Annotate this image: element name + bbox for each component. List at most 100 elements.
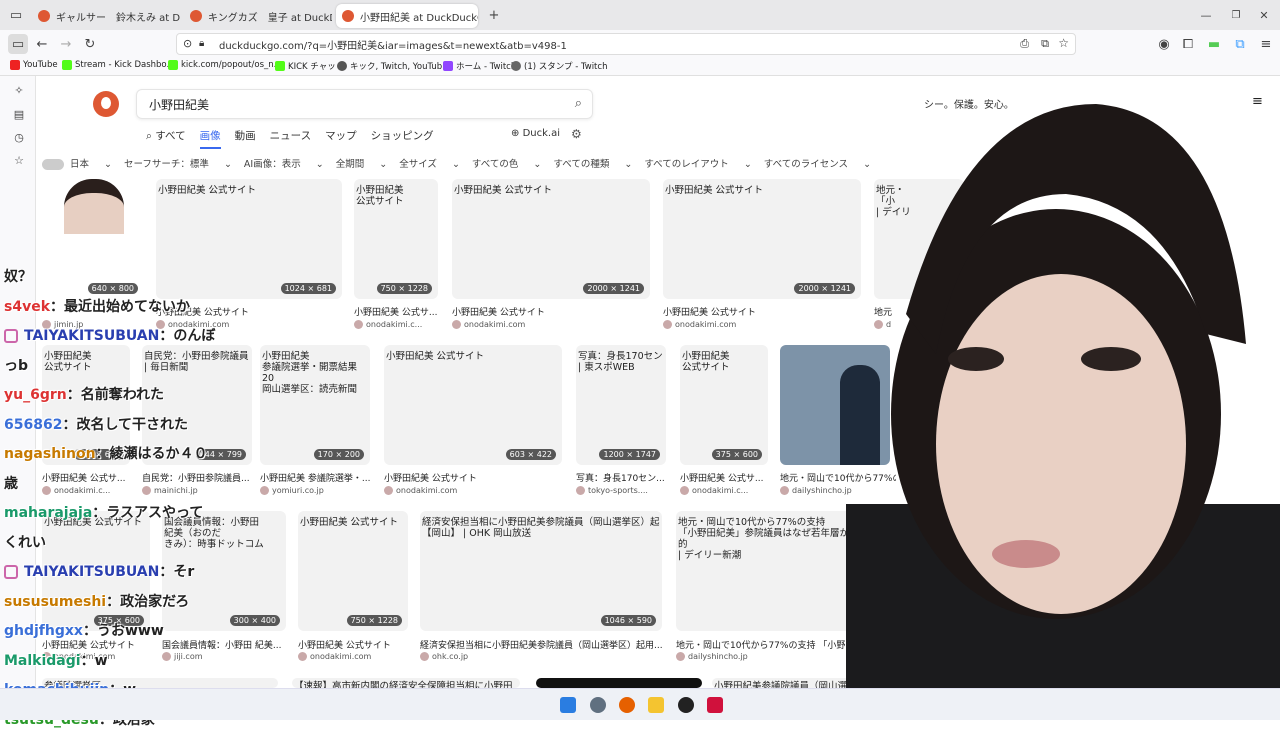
chat-text: 綾瀬はるか４０	[109, 446, 208, 462]
tab-maps[interactable]: マップ	[325, 128, 357, 149]
account-icon[interactable]: ◉	[1154, 34, 1174, 54]
bookmark-youtube[interactable]: YouTube	[10, 60, 58, 70]
history-icon[interactable]: ◷	[12, 131, 26, 145]
duckai-button[interactable]: ⊕ Duck.ai	[511, 128, 560, 139]
chat-separator: ：	[159, 328, 174, 344]
chat-separator: ：	[80, 652, 95, 669]
image-result-title[interactable]: 写真：身長170セン...	[576, 471, 672, 484]
chat-text: 改名して干された	[76, 416, 189, 433]
bookmark-star-icon[interactable]: ☆	[1058, 36, 1069, 50]
menu-icon[interactable]: ≡	[1256, 34, 1276, 54]
image-result-source[interactable]: onodakimi.c...	[680, 486, 748, 495]
ai-images-filter[interactable]: AI画像：表示 ⌄	[244, 156, 324, 170]
duckduckgo-favicon-icon	[38, 10, 50, 22]
bookmark-label: KICK チャット	[288, 62, 345, 72]
color-filter[interactable]: すべての色 ⌄	[472, 156, 541, 170]
twitch-icon	[443, 61, 453, 71]
close-window-icon[interactable]: ✕	[1254, 5, 1274, 25]
tab-shopping[interactable]: ショッピング	[371, 128, 434, 149]
bookmark-kick-chat[interactable]: KICK チャット	[275, 60, 344, 72]
bookmarks-star-icon[interactable]: ☆	[12, 154, 26, 168]
extensions-icon[interactable]: ⧠	[1178, 34, 1198, 54]
search-icon[interactable]: ⌕	[575, 96, 582, 111]
chat-text: 最近出始めてないか	[64, 298, 191, 315]
image-result-card[interactable]: 写真：身長170セン | 東スポWEB 1200 × 1747	[576, 345, 666, 465]
tab-news[interactable]: ニュース	[270, 128, 311, 149]
bookmark-kick-twitch-youtube[interactable]: キック, Twitch, YouTub...	[337, 60, 450, 72]
windows-start-icon[interactable]	[560, 697, 576, 713]
filter-label: セーフサーチ：標準	[124, 159, 209, 170]
image-result-source[interactable]: dailyshincho.jp	[676, 652, 748, 661]
tab-list-icon[interactable]: ▭	[6, 5, 26, 25]
chat-message: 656862：改名して干された	[4, 414, 188, 434]
chat-separator: ：	[159, 564, 174, 580]
settings-gear-icon[interactable]: ⚙	[571, 127, 582, 141]
filter-label: AI画像：表示	[243, 159, 301, 170]
browser-tab-3-active[interactable]: 小野田紀美 at DuckDuckGo✕	[336, 4, 478, 28]
new-tab-button[interactable]: +	[484, 5, 504, 25]
type-filter[interactable]: すべての種類 ⌄	[553, 156, 632, 170]
browser-tab-2[interactable]: キングカズ 皇子 at DuckDuckGo✕	[184, 4, 332, 28]
sidebar-toggle-icon[interactable]: ▭	[8, 34, 28, 54]
tab-title: キングカズ 皇子 at DuckDuckGo	[208, 12, 332, 24]
tab-images[interactable]: 画像	[199, 128, 221, 149]
file-explorer-icon[interactable]	[648, 697, 664, 713]
filter-label: すべてのライセンス	[763, 159, 849, 170]
url-bar[interactable]: ⊙ 🔒︎ duckduckgo.com/?q=小野田紀美&iar=images&…	[176, 33, 1076, 55]
bookmark-twitch-stamps[interactable]: (1) スタンプ - Twitch	[511, 60, 607, 72]
image-result-card[interactable]	[536, 678, 702, 688]
duckai-label: Duck.ai	[522, 128, 560, 139]
image-result-title[interactable]: 小野田紀美 公式サイト	[663, 305, 867, 318]
time-filter[interactable]: 全期間 ⌄	[336, 156, 388, 170]
opera-app-icon[interactable]	[707, 697, 723, 713]
settings-app-icon[interactable]	[590, 697, 606, 713]
image-caption: 小野田紀美 公式サイト	[158, 185, 257, 196]
tab-title: ギャルサー 鈴木えみ at DuckDuc	[56, 12, 180, 24]
obs-app-icon[interactable]	[678, 697, 694, 713]
image-result-title[interactable]: 小野田紀美 公式サ...	[680, 471, 774, 484]
image-caption: 小野田紀美 公式サイト	[454, 185, 553, 196]
source-domain: onodakimi.c...	[692, 486, 749, 495]
bookmark-kick-dashboard[interactable]: Stream - Kick Dashbo...	[62, 60, 175, 70]
bookmark-twitch-home[interactable]: ホーム - Twitch	[443, 60, 516, 72]
chat-text: w	[94, 652, 108, 669]
forward-icon[interactable]: →	[56, 34, 76, 54]
bookmark-kick-popout[interactable]: kick.com/popout/os_n...	[168, 60, 282, 70]
layout-filter[interactable]: すべてのレイアウト ⌄	[644, 156, 751, 170]
extension-green-icon[interactable]: ▬	[1204, 34, 1224, 54]
tab-all[interactable]: ⌕ すべて	[146, 128, 186, 149]
search-input[interactable]: 小野田紀美 ⌕	[136, 89, 593, 119]
image-result-source[interactable]: tokyo-sports....	[576, 486, 648, 495]
duckduckgo-logo[interactable]	[93, 91, 119, 117]
nav-bar: ▭ ← → ↻ ⊙ 🔒︎ duckduckgo.com/?q=小野田紀美&iar…	[0, 30, 1280, 58]
image-result-card[interactable]: 小野田紀美 公式サイト 375 × 600	[680, 345, 768, 465]
chat-separator: ：	[62, 416, 77, 433]
bookmark-label: ホーム - Twitch	[456, 62, 517, 72]
chat-message: 奴？	[4, 266, 32, 286]
image-result-card[interactable]: 小野田紀美 公式サイト 2000 × 1241	[663, 179, 861, 299]
left-eye-shape	[948, 347, 1004, 371]
site-info-icon[interactable]: ⊙	[183, 37, 192, 50]
image-result-source[interactable]: onodakimi.com	[663, 320, 736, 329]
region-filter[interactable]: 日本 ⌄	[42, 156, 112, 170]
filter-label: 全サイズ	[399, 159, 437, 170]
filter-label: すべてのレイアウト	[644, 159, 729, 170]
region-toggle[interactable]	[42, 159, 64, 170]
back-icon[interactable]: ←	[32, 34, 52, 54]
reader-icon[interactable]: ⎙	[1020, 37, 1029, 51]
translate-icon[interactable]: ⧉	[1041, 37, 1049, 51]
chat-separator: ：	[106, 593, 121, 610]
mouth-shape	[992, 540, 1060, 568]
reload-icon[interactable]: ↻	[80, 34, 100, 54]
minimize-icon[interactable]: —	[1196, 5, 1216, 25]
extension-blue-icon[interactable]: ⧉	[1230, 34, 1250, 54]
synced-tabs-icon[interactable]: ▤	[12, 108, 26, 122]
image-result-source[interactable]: dailyshincho.jp	[780, 486, 852, 495]
firefox-app-icon[interactable]	[619, 697, 635, 713]
ai-sparkle-icon[interactable]: ✧	[12, 84, 26, 98]
restore-icon[interactable]: ❐	[1226, 5, 1246, 25]
size-filter[interactable]: 全サイズ ⌄	[399, 156, 460, 170]
tab-videos[interactable]: 動画	[235, 128, 256, 149]
safesearch-filter[interactable]: セーフサーチ：標準 ⌄	[124, 156, 232, 170]
browser-tab-1[interactable]: ギャルサー 鈴木えみ at DuckDuc✕	[32, 4, 180, 28]
